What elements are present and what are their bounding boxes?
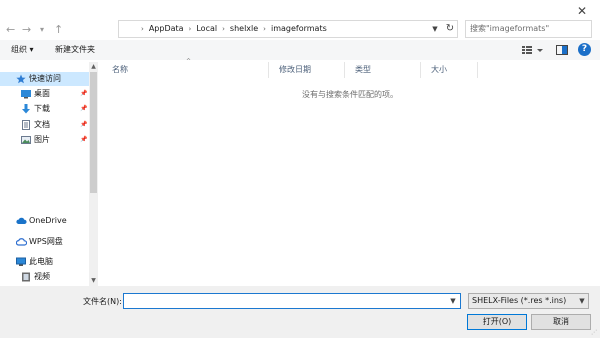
- breadcrumb-item-imageformats[interactable]: imageformats: [271, 24, 327, 33]
- nav-item-documents[interactable]: 文档 📌: [0, 118, 90, 132]
- scroll-down-icon[interactable]: ▼: [89, 277, 98, 285]
- download-icon: [21, 104, 31, 114]
- column-header-size[interactable]: 大小: [421, 62, 478, 78]
- breadcrumb-item-local[interactable]: Local: [196, 24, 217, 33]
- recent-locations-icon[interactable]: ▾: [40, 23, 50, 37]
- nav-item-label: 下载: [34, 104, 50, 113]
- pin-icon[interactable]: 📌: [80, 87, 87, 101]
- close-window-button[interactable]: ✕: [574, 4, 590, 18]
- wps-cloud-icon: [16, 237, 27, 247]
- filename-history-chevron-icon[interactable]: ▼: [446, 293, 460, 309]
- preview-pane-icon[interactable]: [556, 44, 568, 56]
- forward-arrow-icon[interactable]: →: [22, 23, 36, 37]
- refresh-icon[interactable]: ↻: [444, 20, 456, 38]
- video-icon: [21, 272, 31, 282]
- nav-item-videos[interactable]: 视频: [0, 270, 90, 284]
- pin-icon[interactable]: 📌: [80, 133, 87, 147]
- nav-item-desktop[interactable]: 桌面 📌: [0, 87, 90, 101]
- organize-button[interactable]: 组织 ▾: [11, 44, 34, 56]
- breadcrumb-separator[interactable]: ›: [189, 25, 192, 33]
- resize-grip-icon[interactable]: ⋰: [591, 329, 599, 337]
- scroll-up-icon[interactable]: ▲: [89, 63, 98, 71]
- file-type-select[interactable]: SHELX-Files (*.res *.ins): [468, 293, 589, 309]
- pin-icon[interactable]: 📌: [80, 118, 87, 132]
- new-folder-button[interactable]: 新建文件夹: [55, 44, 95, 56]
- pictures-icon: [21, 135, 31, 145]
- nav-item-label: WPS网盘: [29, 237, 63, 246]
- computer-icon: [16, 257, 26, 267]
- filename-label: 文件名(N):: [83, 297, 122, 306]
- column-header-row: 名称 修改日期 类型 大小: [102, 62, 478, 78]
- help-icon[interactable]: ?: [578, 43, 591, 56]
- nav-item-label: 文档: [34, 120, 50, 129]
- nav-item-label: 快速访问: [29, 74, 61, 83]
- cloud-icon: [16, 216, 27, 226]
- document-icon: [21, 120, 31, 130]
- back-arrow-icon[interactable]: ←: [6, 23, 20, 37]
- up-arrow-icon[interactable]: ↑: [54, 23, 68, 37]
- nav-item-label: 图片: [34, 135, 50, 144]
- breadcrumb-separator[interactable]: ›: [263, 25, 266, 33]
- breadcrumb-item-shelxle[interactable]: shelxle: [230, 24, 258, 33]
- pin-icon[interactable]: 📌: [80, 102, 87, 116]
- nav-item-quick-access[interactable]: 快速访问: [0, 72, 90, 86]
- column-header-type[interactable]: 类型: [345, 62, 421, 78]
- search-input[interactable]: 搜索"imageformats": [465, 20, 592, 38]
- nav-item-label: OneDrive: [29, 216, 67, 225]
- nav-item-onedrive[interactable]: OneDrive: [0, 214, 90, 228]
- breadcrumb-separator[interactable]: ›: [222, 25, 225, 33]
- nav-item-label: 此电脑: [29, 257, 53, 266]
- breadcrumb-separator: ›: [141, 25, 144, 33]
- breadcrumb-item-appdata[interactable]: AppData: [149, 24, 184, 33]
- nav-item-wps-cloud[interactable]: WPS网盘: [0, 235, 90, 249]
- open-button[interactable]: 打开(O): [467, 314, 527, 330]
- address-history-chevron-icon[interactable]: ▼: [428, 20, 442, 38]
- desktop-icon: [21, 89, 31, 99]
- breadcrumb: › AppData › Local › shelxle › imageformats: [136, 20, 327, 38]
- view-options-icon[interactable]: [521, 44, 545, 56]
- nav-item-label: 桌面: [34, 89, 50, 98]
- empty-results-message: 没有与搜索条件匹配的项。: [302, 90, 398, 99]
- nav-item-pictures[interactable]: 图片 📌: [0, 133, 90, 147]
- nav-item-downloads[interactable]: 下载 📌: [0, 102, 90, 116]
- nav-item-this-pc[interactable]: 此电脑: [0, 255, 90, 269]
- cancel-button[interactable]: 取消: [531, 314, 591, 330]
- file-type-chevron-icon[interactable]: ▼: [576, 293, 588, 309]
- nav-scrollbar-thumb[interactable]: [90, 72, 97, 193]
- nav-item-label: 视频: [34, 272, 50, 281]
- star-icon: [16, 74, 26, 84]
- column-header-date-modified[interactable]: 修改日期: [269, 62, 345, 78]
- filename-input[interactable]: [123, 293, 461, 309]
- column-header-name[interactable]: 名称: [102, 62, 269, 78]
